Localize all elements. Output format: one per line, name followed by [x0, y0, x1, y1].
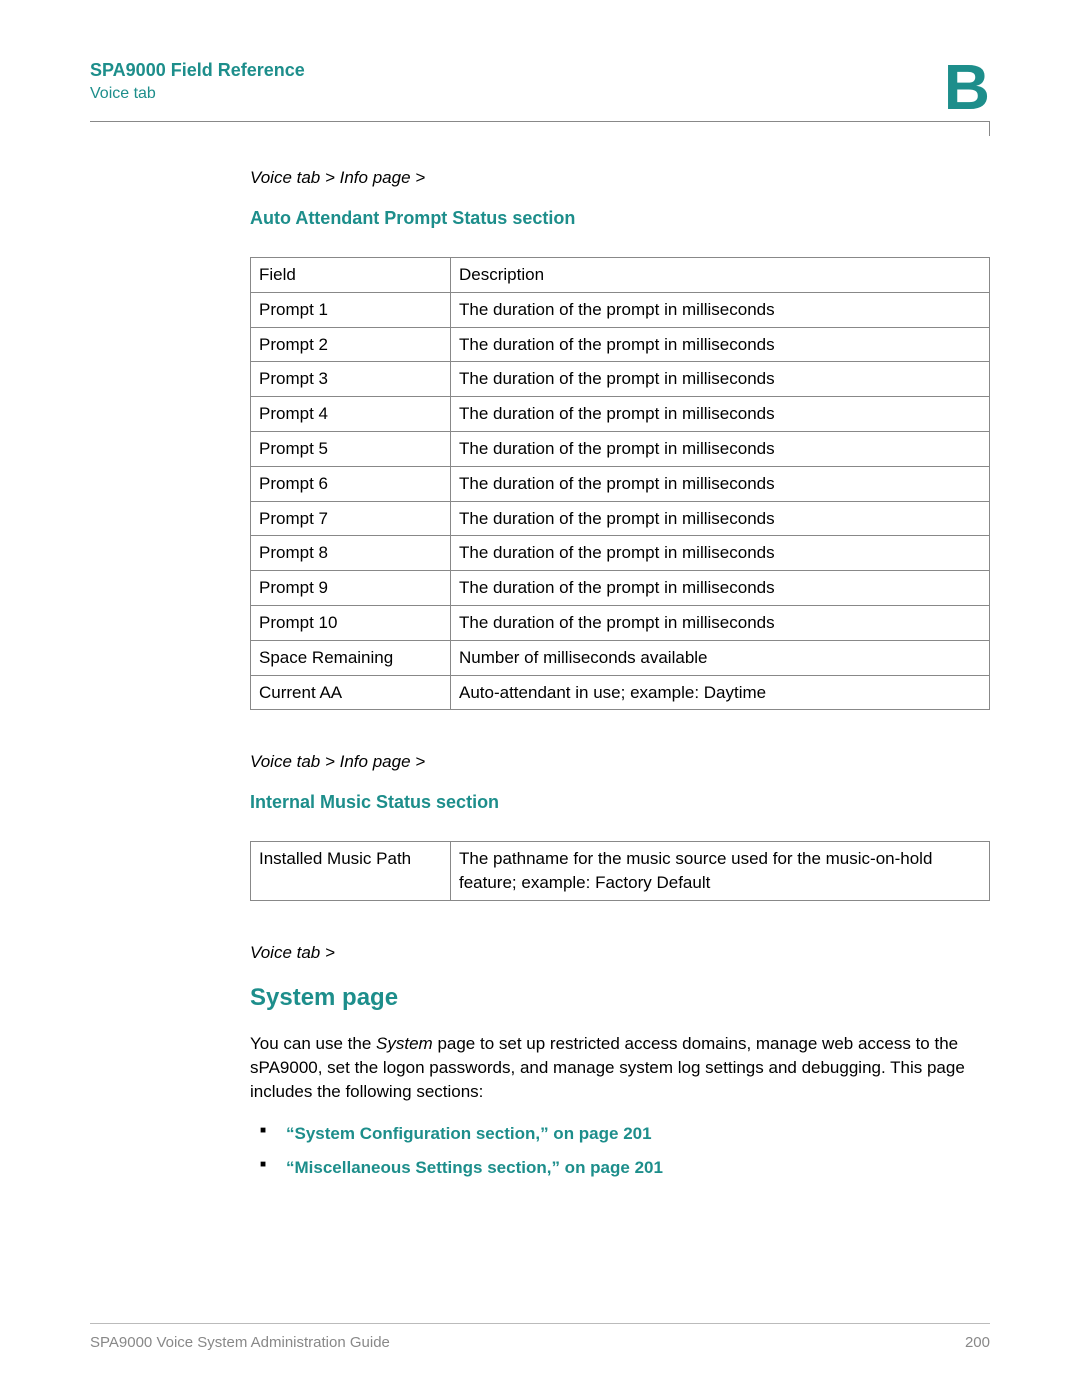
- field-description: The duration of the prompt in millisecon…: [451, 327, 990, 362]
- breadcrumb: Voice tab > Info page >: [250, 750, 990, 774]
- doc-title: SPA9000 Field Reference: [90, 60, 990, 81]
- table-row: Prompt 3The duration of the prompt in mi…: [251, 362, 990, 397]
- doc-subtitle: Voice tab: [90, 85, 990, 103]
- table-header-field: Field: [251, 257, 451, 292]
- section-heading-auto-attendant: Auto Attendant Prompt Status section: [250, 206, 990, 231]
- field-description: The duration of the prompt in millisecon…: [451, 466, 990, 501]
- field-description: The duration of the prompt in millisecon…: [451, 292, 990, 327]
- table-row: Prompt 5The duration of the prompt in mi…: [251, 431, 990, 466]
- field-description: The duration of the prompt in millisecon…: [451, 605, 990, 640]
- field-description: Auto-attendant in use; example: Daytime: [451, 675, 990, 710]
- body-text-pre: You can use the: [250, 1034, 376, 1053]
- field-description: The duration of the prompt in millisecon…: [451, 536, 990, 571]
- field-description: The duration of the prompt in millisecon…: [451, 571, 990, 606]
- header-tick: [989, 122, 990, 136]
- table-row: Prompt 4The duration of the prompt in mi…: [251, 397, 990, 432]
- section-heading-internal-music: Internal Music Status section: [250, 790, 990, 815]
- field-name: Prompt 5: [251, 431, 451, 466]
- body-text-em: System: [376, 1034, 433, 1053]
- table-row: Prompt 6The duration of the prompt in mi…: [251, 466, 990, 501]
- internal-music-table: Installed Music PathThe pathname for the…: [250, 841, 990, 901]
- field-description: The duration of the prompt in millisecon…: [451, 501, 990, 536]
- table-row: Prompt 1The duration of the prompt in mi…: [251, 292, 990, 327]
- table-row: Current AAAuto-attendant in use; example…: [251, 675, 990, 710]
- field-name: Current AA: [251, 675, 451, 710]
- table-row: Field Description: [251, 257, 990, 292]
- breadcrumb: Voice tab >: [250, 941, 990, 965]
- table-row: Space RemainingNumber of milliseconds av…: [251, 640, 990, 675]
- field-name: Prompt 7: [251, 501, 451, 536]
- field-name: Prompt 9: [251, 571, 451, 606]
- table-row: Installed Music PathThe pathname for the…: [251, 842, 990, 901]
- table-header-description: Description: [451, 257, 990, 292]
- section-link[interactable]: “Miscellaneous Settings section,” on pag…: [274, 1156, 990, 1180]
- field-description: Number of milliseconds available: [451, 640, 990, 675]
- field-name: Prompt 2: [251, 327, 451, 362]
- field-name: Prompt 4: [251, 397, 451, 432]
- page-footer: SPA9000 Voice System Administration Guid…: [90, 1323, 990, 1351]
- appendix-letter: B: [944, 50, 990, 124]
- table-row: Prompt 9The duration of the prompt in mi…: [251, 571, 990, 606]
- field-name: Prompt 6: [251, 466, 451, 501]
- field-description: The duration of the prompt in millisecon…: [451, 362, 990, 397]
- page-number: 200: [965, 1334, 990, 1351]
- footer-text: SPA9000 Voice System Administration Guid…: [90, 1334, 390, 1351]
- breadcrumb: Voice tab > Info page >: [250, 166, 990, 190]
- table-row: Prompt 2The duration of the prompt in mi…: [251, 327, 990, 362]
- table-row: Prompt 8The duration of the prompt in mi…: [251, 536, 990, 571]
- page-heading-system: System page: [250, 981, 990, 1015]
- field-name: Prompt 1: [251, 292, 451, 327]
- page-header: SPA9000 Field Reference Voice tab B: [90, 60, 990, 121]
- field-description: The duration of the prompt in millisecon…: [451, 431, 990, 466]
- table-row: Prompt 7The duration of the prompt in mi…: [251, 501, 990, 536]
- section-links-list: “System Configuration section,” on page …: [250, 1122, 990, 1180]
- auto-attendant-table: Field Description Prompt 1The duration o…: [250, 257, 990, 710]
- body-paragraph: You can use the System page to set up re…: [250, 1032, 990, 1103]
- field-name: Space Remaining: [251, 640, 451, 675]
- field-name: Installed Music Path: [251, 842, 451, 901]
- field-description: The duration of the prompt in millisecon…: [451, 397, 990, 432]
- table-row: Prompt 10The duration of the prompt in m…: [251, 605, 990, 640]
- field-description: The pathname for the music source used f…: [451, 842, 990, 901]
- field-name: Prompt 10: [251, 605, 451, 640]
- field-name: Prompt 3: [251, 362, 451, 397]
- field-name: Prompt 8: [251, 536, 451, 571]
- header-rule: [90, 121, 990, 122]
- section-link[interactable]: “System Configuration section,” on page …: [274, 1122, 990, 1146]
